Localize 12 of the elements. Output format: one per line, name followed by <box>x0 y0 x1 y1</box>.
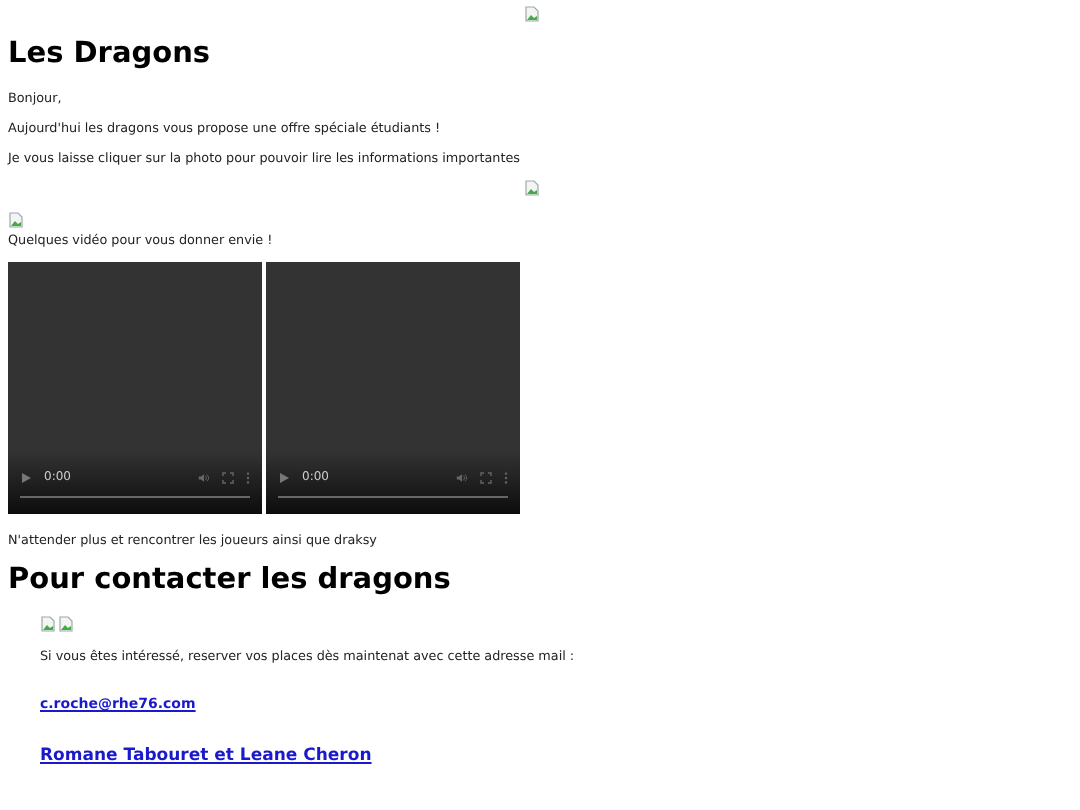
broken-image-icon <box>524 180 540 196</box>
page-title: Les Dragons <box>8 36 213 72</box>
section-heading: Pour contacter les dragons <box>8 562 453 598</box>
volume-icon[interactable] <box>198 471 210 483</box>
play-icon[interactable] <box>20 471 32 483</box>
broken-image-icon <box>8 212 24 228</box>
play-icon[interactable] <box>278 471 290 483</box>
volume-icon[interactable] <box>456 471 468 483</box>
fullscreen-icon[interactable] <box>480 471 492 483</box>
fullscreen-icon[interactable] <box>222 471 234 483</box>
broken-image-icon <box>524 6 540 22</box>
authors-link[interactable]: Romane Tabouret et Leane Cheron <box>40 746 372 768</box>
